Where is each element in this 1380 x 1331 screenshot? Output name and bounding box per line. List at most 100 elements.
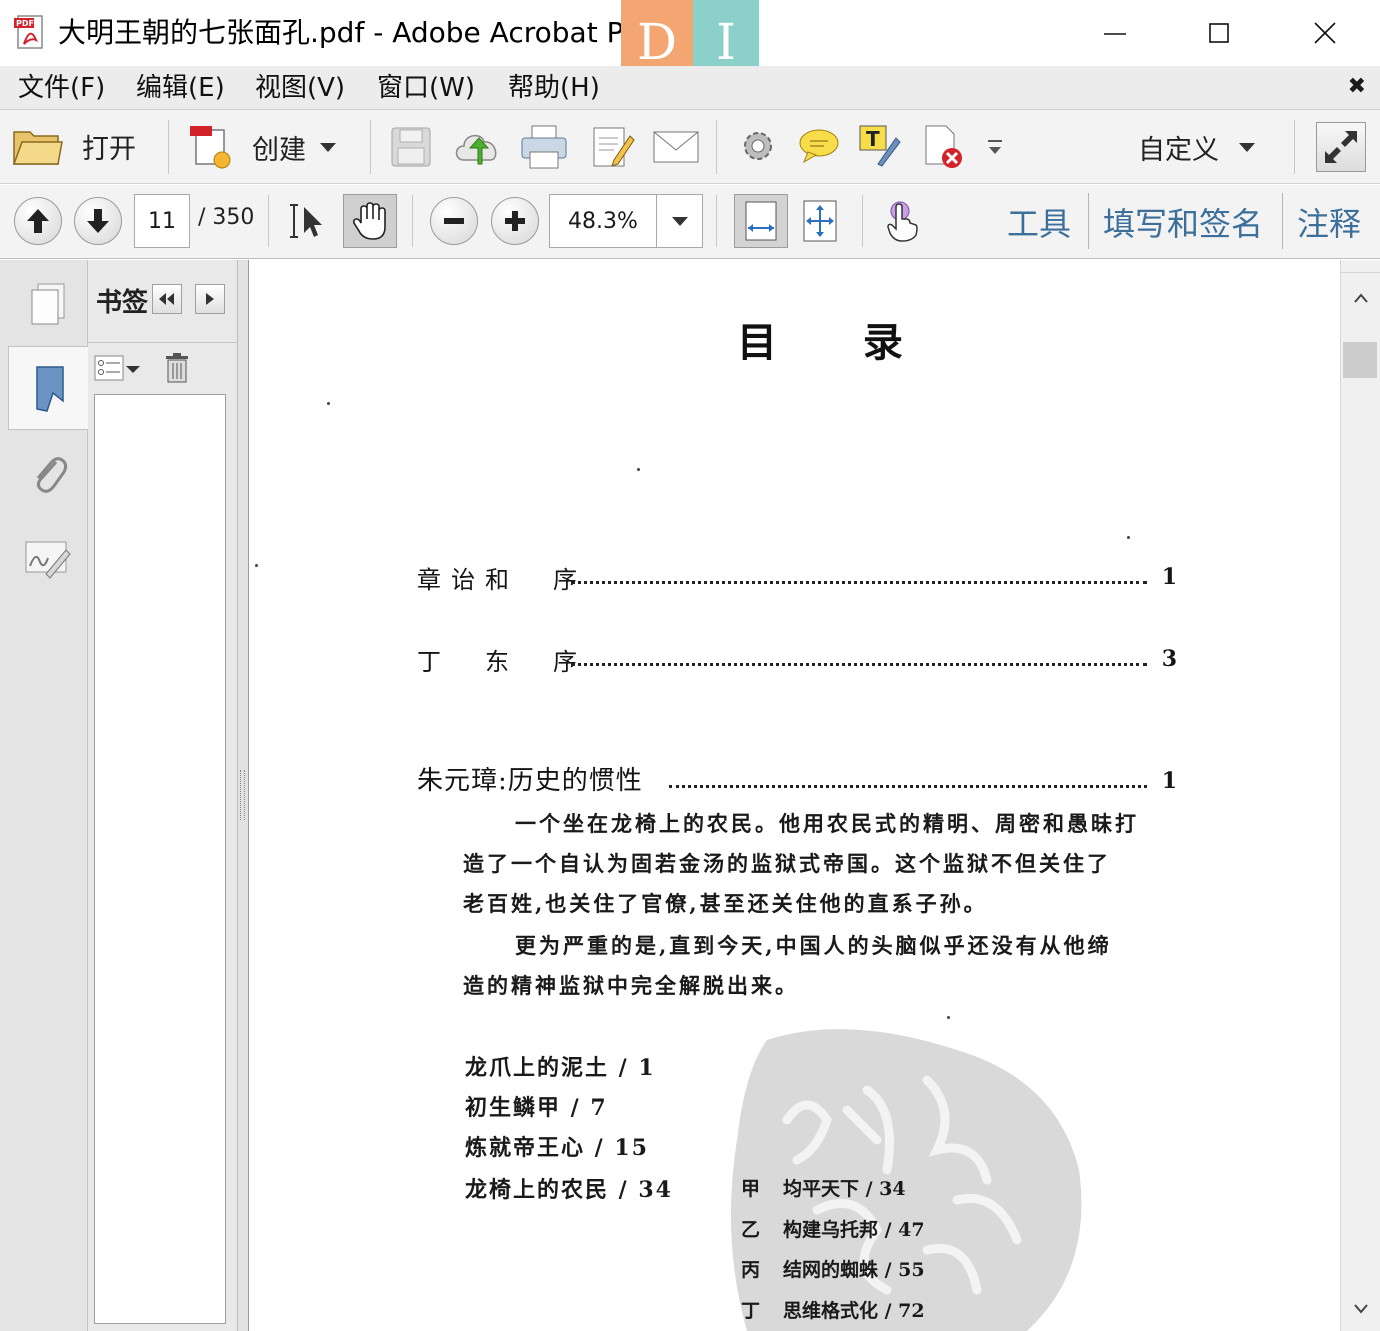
touch-mode-button[interactable] xyxy=(882,199,922,243)
close-button[interactable] xyxy=(1273,0,1377,66)
section-item: 龙椅上的农民 / 34 xyxy=(465,1177,673,1203)
bookmarks-button[interactable] xyxy=(8,346,88,430)
scroll-up-button[interactable] xyxy=(1341,278,1380,318)
toc-entry[interactable]: 朱元璋:历史的惯性 1 xyxy=(417,764,1177,798)
scrollbar-thumb[interactable] xyxy=(1343,342,1377,378)
print-button[interactable] xyxy=(520,124,568,170)
customize-button[interactable]: 自定义 xyxy=(1138,128,1255,167)
previous-page-button[interactable] xyxy=(14,197,62,245)
page-number-input[interactable]: 11 xyxy=(134,194,190,248)
svg-text:PDF: PDF xyxy=(16,19,34,28)
page-thumbnails-button[interactable] xyxy=(8,260,88,344)
menu-file[interactable]: 文件(F) xyxy=(18,70,105,106)
tab-fill-sign[interactable]: 填写和签名 xyxy=(1103,199,1263,245)
minimize-icon xyxy=(1104,33,1126,35)
bookmark-ribbon-icon xyxy=(35,366,64,412)
add-text-button[interactable]: T xyxy=(858,124,902,168)
hand-tool-button[interactable] xyxy=(343,194,397,248)
chevron-down-icon xyxy=(320,142,336,152)
navigation-pane-rail xyxy=(0,260,88,1331)
bookmark-list[interactable] xyxy=(94,394,226,1324)
save-button[interactable] xyxy=(390,126,434,168)
subsection-mark: 丙 xyxy=(741,1259,761,1281)
summary-line: 一个坐在龙椅上的农民。他用农民式的精明、周密和愚昧打 xyxy=(515,811,1139,836)
zoom-dropdown-button[interactable] xyxy=(656,195,702,247)
panel-resize-handle[interactable] xyxy=(238,260,248,1331)
scroll-down-button[interactable] xyxy=(1341,1291,1380,1327)
fit-page-button[interactable] xyxy=(800,199,840,243)
toc-entry-label: 朱元璋:历史的惯性 xyxy=(417,766,643,796)
minimize-button[interactable] xyxy=(1063,0,1167,66)
create-button[interactable]: 创建 xyxy=(188,124,336,170)
vertical-scrollbar[interactable] xyxy=(1340,260,1380,1331)
full-screen-button[interactable] xyxy=(1316,122,1366,172)
zoom-out-button[interactable] xyxy=(430,197,478,245)
settings-button[interactable] xyxy=(738,126,778,166)
menu-view[interactable]: 视图(V) xyxy=(255,70,345,106)
edit-button[interactable] xyxy=(590,124,636,170)
arrow-down-icon xyxy=(87,209,109,233)
subsection-item: 均平天下 / 34 xyxy=(783,1178,906,1200)
email-icon xyxy=(653,131,699,163)
comment-icon xyxy=(799,129,839,164)
menu-edit[interactable]: 编辑(E) xyxy=(136,70,225,106)
zoom-in-button[interactable] xyxy=(491,197,539,245)
toolbar-divider xyxy=(716,120,717,174)
toolbar-divider xyxy=(862,195,863,247)
cloud-upload-icon xyxy=(455,134,497,165)
attachments-button[interactable] xyxy=(8,432,88,516)
chevron-down-icon xyxy=(1354,1304,1368,1314)
toc-entry[interactable]: 章诒和 序 1 xyxy=(417,560,1177,594)
toc-entry-page: 1 xyxy=(1161,564,1177,590)
scan-speck xyxy=(637,468,640,471)
toc-entry[interactable]: 丁 东 序 3 xyxy=(417,642,1177,676)
open-button[interactable]: 打开 xyxy=(12,124,136,168)
delete-page-button[interactable] xyxy=(920,122,966,170)
minus-icon xyxy=(444,218,464,224)
toc-entry-page: 3 xyxy=(1161,646,1177,672)
subsection-item: 思维格式化 / 72 xyxy=(783,1300,925,1322)
toc-leader-dots xyxy=(571,564,1147,584)
window-title: 大明王朝的七张面孔.pdf - Adobe Acrobat Pro xyxy=(58,16,651,49)
fit-width-button[interactable] xyxy=(734,194,788,248)
email-button[interactable] xyxy=(652,126,700,166)
toolbar-divider xyxy=(268,195,269,247)
more-tools-button[interactable] xyxy=(986,138,1004,158)
select-tool-button[interactable] xyxy=(288,201,328,241)
collapse-panel-button[interactable] xyxy=(152,284,182,314)
toolbar-divider xyxy=(412,195,413,247)
maximize-button[interactable] xyxy=(1167,0,1271,66)
scan-speck xyxy=(947,1016,950,1019)
subsection-mark: 丁 xyxy=(741,1300,761,1322)
zoom-select[interactable]: 48.3% xyxy=(549,194,703,248)
upload-button[interactable] xyxy=(452,124,504,168)
scan-speck xyxy=(255,564,258,567)
toc-entry-page: 1 xyxy=(1161,768,1177,794)
print-icon xyxy=(521,125,567,169)
bookmark-options-button[interactable] xyxy=(94,354,144,382)
edit-document-icon xyxy=(593,127,635,167)
delete-bookmark-button[interactable] xyxy=(164,352,190,384)
pdf-file-icon: PDF xyxy=(14,14,50,52)
close-document-icon[interactable]: ✖ xyxy=(1348,74,1366,99)
signatures-button[interactable] xyxy=(8,518,88,602)
page-thumbnails-icon xyxy=(31,283,65,325)
toolbar-divider xyxy=(716,195,717,247)
comment-button[interactable] xyxy=(798,126,840,166)
summary-line: 造的精神监狱中完全解脱出来。 xyxy=(463,973,799,998)
menu-help[interactable]: 帮助(H) xyxy=(508,70,600,106)
delete-document-icon xyxy=(925,125,962,168)
document-viewport[interactable]: 目 录 章诒和 序 1 丁 东 序 3 朱元璋:历史的惯性 1 一个坐在龙椅上的… xyxy=(248,260,1340,1331)
bookmarks-title: 书签 xyxy=(96,288,149,318)
pdf-page: 目 录 章诒和 序 1 丁 东 序 3 朱元璋:历史的惯性 1 一个坐在龙椅上的… xyxy=(249,260,1337,1331)
tab-tools[interactable]: 工具 xyxy=(1007,199,1071,245)
next-page-button[interactable] xyxy=(74,197,122,245)
expand-panel-button[interactable] xyxy=(195,284,225,314)
summary-line: 老百姓,也关住了官僚,甚至还关住他的直系子孙。 xyxy=(463,891,988,916)
toc-leader-dots xyxy=(571,646,1147,666)
menu-window[interactable]: 窗口(W) xyxy=(377,70,475,106)
svg-text:T: T xyxy=(866,127,880,151)
library-seal-stamp xyxy=(730,1029,1082,1331)
tab-comment[interactable]: 注释 xyxy=(1297,199,1361,245)
create-pdf-icon xyxy=(190,126,231,169)
